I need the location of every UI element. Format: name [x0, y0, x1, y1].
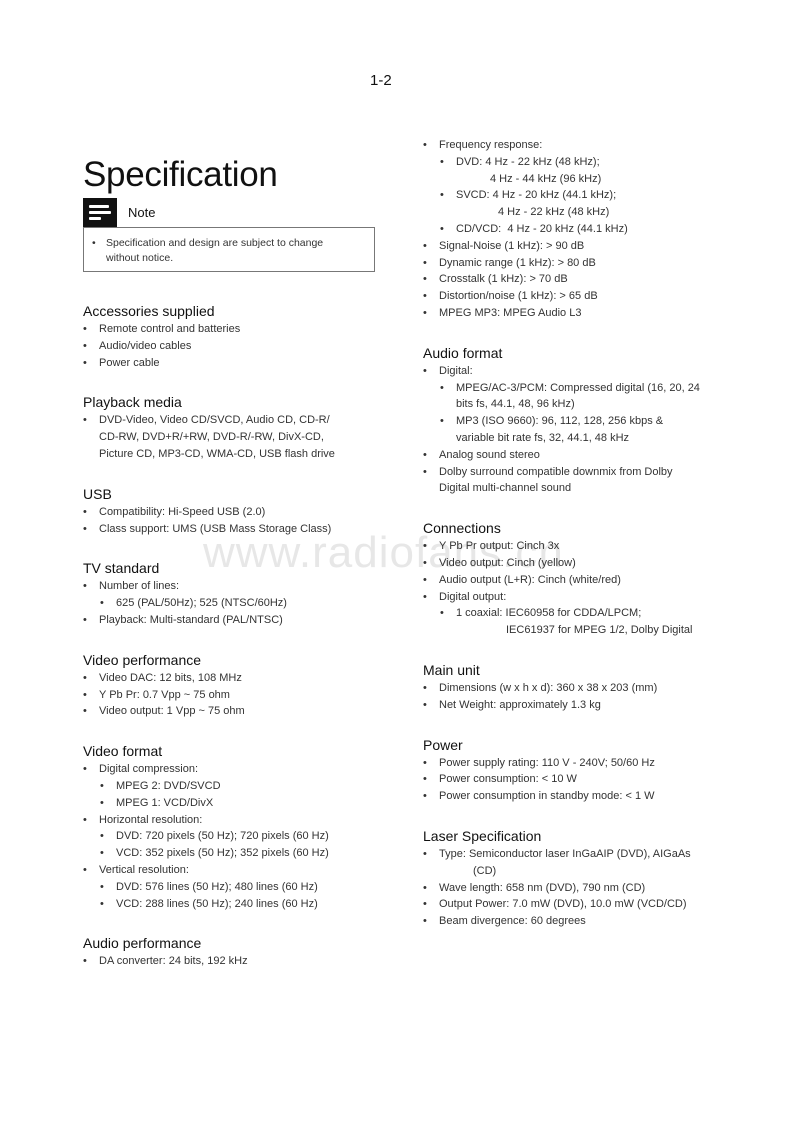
list-item: • Net Weight: approximately 1.3 kg	[423, 698, 601, 711]
right-column: • Frequency response: • DVD: 4 Hz - 22 kHz…	[423, 137, 723, 952]
sub-list-item: • SVCD: 4 Hz - 20 kHz (44.1 kHz);	[440, 189, 617, 202]
list-item: • DA converter: 24 bits, 192 kHz	[83, 955, 248, 968]
section-playback-media: Playback media • DVD-Video, Video CD/SVC…	[83, 393, 403, 462]
list-item: • Crosstalk (1 kHz): > 70 dB	[423, 273, 568, 286]
section-audio-performance-continued: • Frequency response: • DVD: 4 Hz - 22 kHz…	[423, 137, 723, 322]
sub-list-item: • VCD: 288 lines (50 Hz); 240 lines (60 H…	[100, 897, 318, 910]
sub-list-item: • MPEG 2: DVD/SVCD	[100, 779, 221, 792]
list-item: • Audio output (L+R): Cinch (white/red)	[423, 573, 621, 586]
section-laser-specification: Laser Specification • Type: Semiconductor…	[423, 827, 723, 930]
list-item: • Distortion/noise (1 kHz): > 65 dB	[423, 290, 598, 303]
section-heading: Audio performance	[83, 935, 202, 952]
list-item: • Dolby surround compatible downmix from …	[423, 465, 673, 495]
section-heading: Main unit	[423, 661, 480, 678]
section-heading: Laser Specification	[423, 827, 542, 844]
section-video-format: Video format • Digital compression: • MPEG…	[83, 742, 403, 912]
list-item: • Beam divergence: 60 degrees	[423, 915, 586, 928]
continuation-line: 4 Hz - 22 kHz (48 kHz)	[498, 206, 610, 219]
sub-list-item: • 1 coaxial: IEC60958 for CDDA/LPCM; IEC61…	[440, 607, 693, 637]
sub-list-item: • DVD: 576 lines (50 Hz); 480 lines (60 H…	[100, 880, 318, 893]
continuation-line: 4 Hz - 44 kHz (96 kHz)	[490, 172, 602, 185]
list-item: • Horizontal resolution:	[83, 813, 203, 826]
section-heading: Video format	[83, 743, 163, 760]
list-item: • MPEG MP3: MPEG Audio L3	[423, 306, 582, 319]
note-box: • Specification and design are subject t…	[83, 227, 375, 272]
note-text-line-2: without notice.	[106, 252, 174, 264]
list-item: • Number of lines:	[83, 580, 180, 593]
sub-list-item: • MPEG 1: VCD/DivX	[100, 796, 214, 809]
list-item: • Power consumption in standby mode: < 1 …	[423, 790, 655, 803]
sub-list-item: • 625 (PAL/50Hz); 525 (NTSC/60Hz)	[100, 597, 287, 610]
list-item: • Power supply rating: 110 V - 240V; 50/6…	[423, 756, 655, 769]
list-item: • Y Pb Pr output: Cinch 3x	[423, 540, 560, 553]
section-audio-format: Audio format • Digital: • MPEG/AC-3/PCM: C…	[423, 344, 723, 497]
section-heading: Power	[423, 736, 463, 753]
list-item: • Dynamic range (1 kHz): > 80 dB	[423, 256, 596, 269]
section-accessories: Accessories supplied • Remote control and…	[83, 302, 403, 371]
section-heading: TV standard	[83, 560, 160, 577]
list-item: • Vertical resolution:	[83, 863, 189, 876]
list-item: • DVD-Video, Video CD/SVCD, Audio CD, CD…	[83, 414, 335, 460]
list-item: • Power consumption: < 10 W	[423, 773, 577, 786]
sub-list-item: • MPEG/AC-3/PCM: Compressed digital (16, …	[440, 381, 700, 411]
list-item: • Analog sound stereo	[423, 448, 540, 461]
list-item: • Y Pb Pr: 0.7 Vpp ~ 75 ohm	[83, 688, 230, 701]
page-number: 1-2	[370, 72, 392, 89]
section-tv-standard: TV standard • Number of lines: • 625 (PAL/…	[83, 559, 403, 628]
section-heading: Audio format	[423, 344, 503, 361]
note-label: Note	[128, 205, 156, 220]
list-item: • Digital:	[423, 364, 473, 377]
note-text-line-1: Specification and design are subject to …	[106, 237, 324, 249]
list-item: • Signal-Noise (1 kHz): > 90 dB	[423, 239, 585, 252]
list-item: • Type: Semiconductor laser InGaAIP (DVD)…	[423, 847, 691, 877]
section-main-unit: Main unit • Dimensions (w x h x d): 360 x…	[423, 661, 723, 714]
note-item: • Specification and design are subject t…	[92, 236, 364, 266]
sub-list-item: • VCD: 352 pixels (50 Hz); 352 pixels (60…	[100, 847, 329, 860]
list-item: • Class support: UMS (USB Mass Storage Cl…	[83, 522, 332, 535]
sub-list-item: • DVD: 720 pixels (50 Hz); 720 pixels (60…	[100, 830, 329, 843]
section-heading: Playback media	[83, 394, 182, 411]
list-item: • Digital compression:	[83, 763, 199, 776]
list-item: • Compatibility: Hi-Speed USB (2.0)	[83, 505, 266, 518]
sub-list-item: • DVD: 4 Hz - 22 kHz (48 kHz);	[440, 155, 600, 168]
list-item: • Audio/video cables	[83, 339, 192, 352]
list-item: • Video output: 1 Vpp ~ 75 ohm	[83, 705, 245, 718]
list-item: • Digital output:	[423, 590, 507, 603]
section-heading: Video performance	[83, 651, 202, 668]
sub-list-item: • CD/VCD: 4 Hz - 20 kHz (44.1 kHz)	[440, 222, 628, 235]
list-item: • Video output: Cinch (yellow)	[423, 556, 576, 569]
section-video-performance: Video performance • Video DAC: 12 bits, 1…	[83, 651, 403, 720]
list-item: • Playback: Multi-standard (PAL/NTSC)	[83, 613, 283, 626]
section-connections: Connections • Y Pb Pr output: Cinch 3x • V…	[423, 519, 723, 639]
section-heading: Accessories supplied	[83, 303, 215, 319]
section-usb: USB • Compatibility: Hi-Speed USB (2.0) •…	[83, 485, 403, 538]
section-power: Power • Power supply rating: 110 V - 240V…	[423, 736, 723, 805]
list-item: • Frequency response:	[423, 139, 543, 151]
note-icon	[83, 198, 117, 227]
list-item: • Remote control and batteries	[83, 323, 241, 335]
list-item: • Dimensions (w x h x d): 360 x 38 x 203 …	[423, 681, 658, 694]
list-item: • Power cable	[83, 356, 160, 369]
list-item: • Wave length: 658 nm (DVD), 790 nm (CD)	[423, 881, 646, 894]
section-heading: USB	[83, 485, 112, 502]
sub-list-item: • MP3 (ISO 9660): 96, 112, 128, 256 kbps …	[440, 415, 664, 444]
left-column: Accessories supplied • Remote control and…	[83, 302, 403, 992]
section-heading: Connections	[423, 520, 501, 537]
bullet: •	[92, 237, 96, 249]
list-item: • Output Power: 7.0 mW (DVD), 10.0 mW (VC…	[423, 898, 687, 911]
page-title: Specification	[83, 155, 278, 195]
section-audio-performance: Audio performance • DA converter: 24 bits…	[83, 934, 403, 970]
list-item: • Video DAC: 12 bits, 108 MHz	[83, 671, 242, 684]
note-header: Note	[83, 198, 155, 227]
